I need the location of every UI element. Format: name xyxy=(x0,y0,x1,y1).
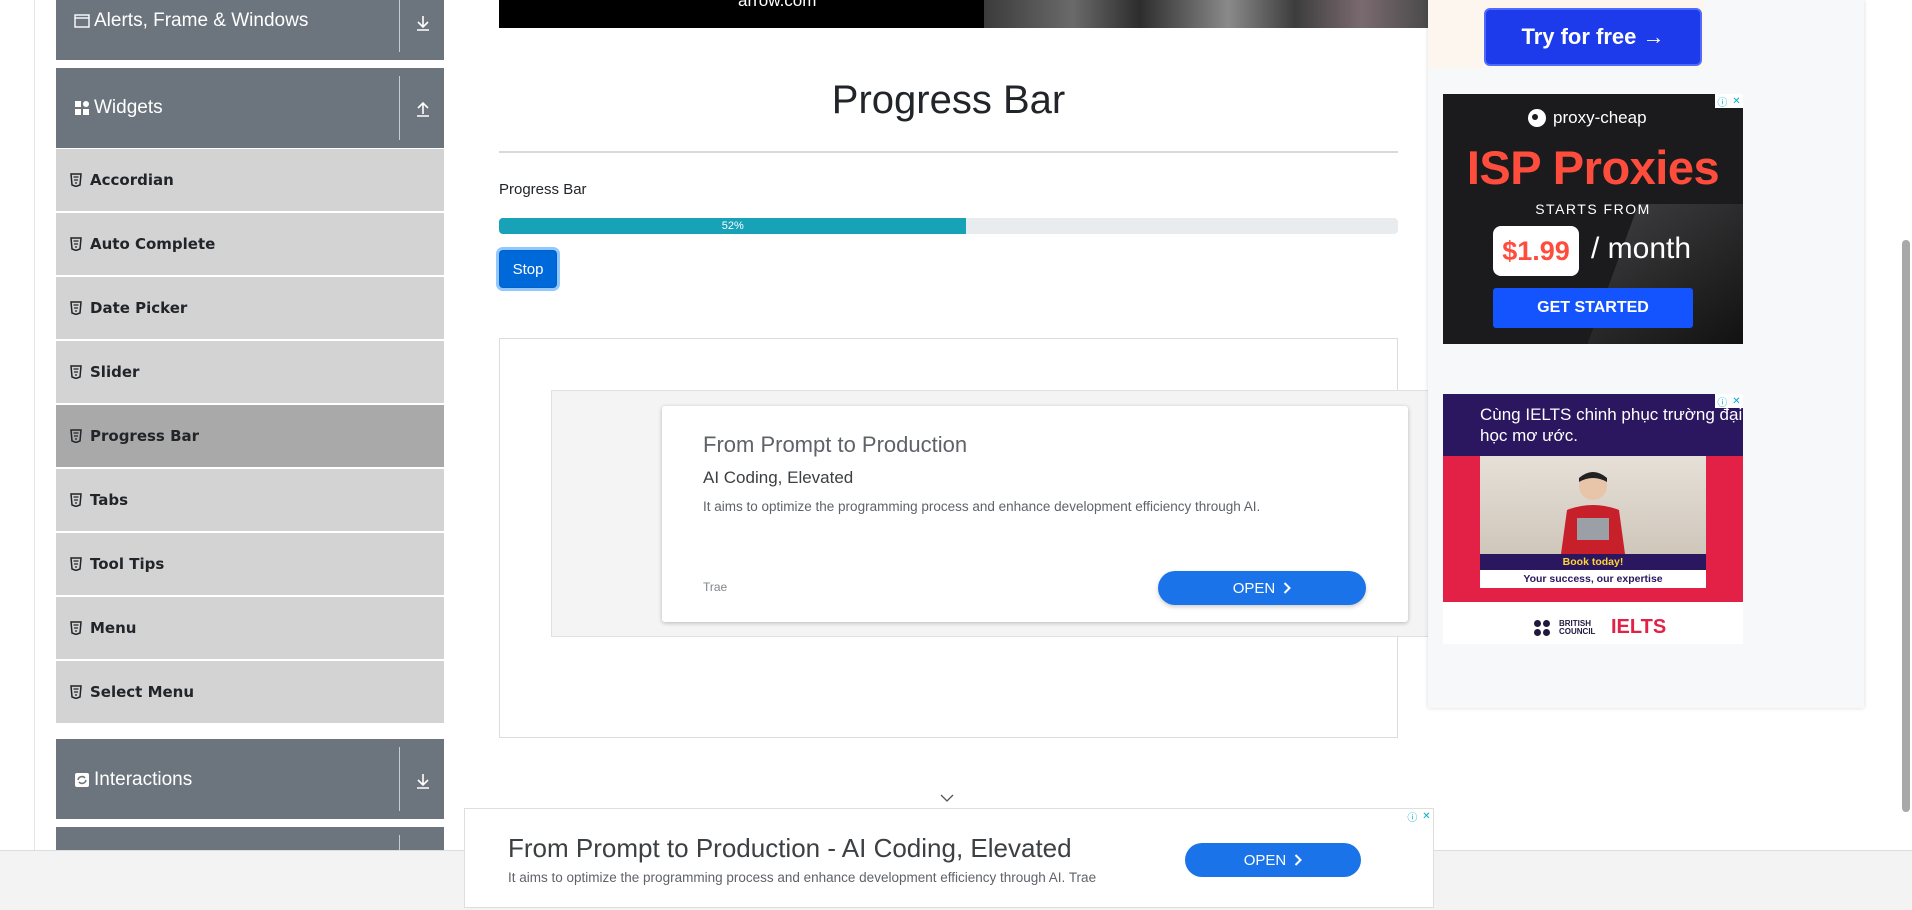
html5-icon xyxy=(70,301,82,315)
stop-button[interactable]: Stop xyxy=(499,250,557,288)
british-council-text: BRITISH COUNCIL xyxy=(1559,618,1596,636)
ad-brand: Trae xyxy=(703,580,728,594)
page-left-border xyxy=(34,0,35,850)
ad-choices[interactable]: ⓘ ✕ xyxy=(1715,94,1743,109)
ielts-tagline: Your success, our expertise xyxy=(1480,570,1706,588)
html5-icon xyxy=(70,173,82,187)
chevron-right-icon xyxy=(1295,854,1303,866)
proxy-headline: ISP Proxies xyxy=(1466,141,1720,194)
sidebar-item-select-menu[interactable]: Select Menu xyxy=(56,661,444,723)
proxy-logo-icon xyxy=(1528,109,1546,127)
bottom-ad-open-button[interactable]: OPEN xyxy=(1185,843,1361,877)
html5-icon xyxy=(70,493,82,507)
close-icon[interactable]: ✕ xyxy=(1732,396,1740,407)
proxy-brand: proxy-cheap xyxy=(1527,108,1647,128)
sidebar-item-label: Tabs xyxy=(90,491,129,509)
html5-icon xyxy=(70,685,82,699)
top-banner-ad[interactable]: arrow.com xyxy=(499,0,1428,28)
progress-bar-fill: 52% xyxy=(499,218,967,234)
window-icon xyxy=(74,14,90,28)
group-separator xyxy=(399,0,400,52)
sidebar-item-accordian[interactable]: Accordian xyxy=(56,149,444,211)
banner-image xyxy=(984,0,1428,28)
british-council-logo-icon xyxy=(1534,619,1550,636)
sidebar-item-progress-bar[interactable]: Progress Bar xyxy=(56,405,444,467)
inline-ad-card[interactable]: From Prompt to Production AI Coding, Ele… xyxy=(662,406,1408,622)
sidebar-item-menu[interactable]: Menu xyxy=(56,597,444,659)
page-title: Progress Bar xyxy=(831,78,1066,122)
sidebar-item-slider[interactable]: Slider xyxy=(56,341,444,403)
widgets-menu-list: Accordian Auto Complete Date Picker Slid… xyxy=(56,149,444,725)
sidebar-item-date-picker[interactable]: Date Picker xyxy=(56,277,444,339)
interactions-icon xyxy=(75,773,89,787)
close-icon[interactable]: ✕ xyxy=(1732,96,1740,107)
download-arrow-icon[interactable] xyxy=(412,12,434,34)
chevron-right-icon xyxy=(1284,582,1292,594)
html5-icon xyxy=(70,557,82,571)
ad-open-label: OPEN xyxy=(1232,579,1276,597)
title-divider xyxy=(499,151,1398,153)
ielts-logos: BRITISH COUNCIL IELTS xyxy=(1533,616,1666,639)
ad-description: It aims to optimize the programming proc… xyxy=(703,499,1261,514)
info-icon: ⓘ xyxy=(1717,397,1728,409)
info-icon: ⓘ xyxy=(1407,812,1418,824)
student-image xyxy=(1561,472,1625,554)
group-separator xyxy=(399,76,400,140)
info-icon: ⓘ xyxy=(1717,97,1728,109)
bottom-ad-description: It aims to optimize the programming proc… xyxy=(508,870,1097,885)
sidebar-item-label: Slider xyxy=(90,363,140,381)
group-header-alerts[interactable]: Alerts, Frame & Windows xyxy=(56,0,444,60)
sidebar-item-label: Progress Bar xyxy=(90,427,200,445)
sidebar-item-label: Tool Tips xyxy=(90,555,165,573)
ad-choices[interactable]: ⓘ ✕ xyxy=(1715,394,1743,409)
html5-icon xyxy=(70,365,82,379)
download-arrow-icon[interactable] xyxy=(412,770,434,792)
html5-icon xyxy=(70,237,82,251)
bottom-ad-title: From Prompt to Production - AI Coding, E… xyxy=(508,833,1072,863)
banner-text: arrow.com xyxy=(738,0,817,10)
group-header-interactions[interactable]: Interactions xyxy=(56,739,444,819)
ad-title: From Prompt to Production xyxy=(703,432,968,457)
group-title-interactions: Interactions xyxy=(94,769,193,790)
progress-bar: 52% xyxy=(499,218,1398,234)
try-for-free-button[interactable]: Try for free → xyxy=(1484,8,1702,66)
sidebar-item-label: Date Picker xyxy=(90,299,188,317)
ielts-text: Cùng IELTS chinh phục trường đại học mơ … xyxy=(1480,405,1743,445)
sidebar-item-label: Menu xyxy=(90,619,137,637)
ielts-ad[interactable]: Cùng IELTS chinh phục trường đại học mơ … xyxy=(1443,394,1743,644)
bottom-ad-open-label: OPEN xyxy=(1243,851,1287,869)
progress-bar-label: Progress Bar xyxy=(499,181,587,198)
group-separator xyxy=(399,747,400,811)
widgets-icon xyxy=(75,101,89,115)
page-scrollbar[interactable] xyxy=(1902,240,1910,812)
close-icon[interactable]: ✕ xyxy=(1422,811,1430,822)
ad-choices[interactable]: ⓘ ✕ xyxy=(1405,809,1433,824)
get-started-button[interactable]: GET STARTED xyxy=(1493,288,1693,328)
proxy-brand-name: proxy-cheap xyxy=(1553,108,1647,127)
group-title-alerts: Alerts, Frame & Windows xyxy=(94,10,309,31)
html5-icon xyxy=(70,429,82,443)
group-title-widgets: Widgets xyxy=(94,97,163,118)
sidebar-item-tabs[interactable]: Tabs xyxy=(56,469,444,531)
ielts-logo-text: IELTS xyxy=(1611,616,1667,638)
chevron-down-icon[interactable] xyxy=(940,793,954,803)
html5-icon xyxy=(70,621,82,635)
sidebar-item-label: Auto Complete xyxy=(90,235,216,253)
upload-arrow-icon[interactable] xyxy=(412,98,434,120)
proxy-starts-from: STARTS FROM xyxy=(1535,201,1651,217)
ad-subtitle: AI Coding, Elevated xyxy=(703,468,854,487)
sidebar-item-auto-complete[interactable]: Auto Complete xyxy=(56,213,444,275)
bottom-anchor-ad[interactable]: From Prompt to Production - AI Coding, E… xyxy=(464,808,1434,908)
sidebar-item-label: Select Menu xyxy=(90,683,195,701)
proxy-price: $1.99 xyxy=(1493,226,1579,276)
proxy-per-month: / month xyxy=(1591,232,1692,265)
sidebar-item-label: Accordian xyxy=(90,171,174,189)
ad-open-button[interactable]: OPEN xyxy=(1158,571,1366,605)
group-header-widgets[interactable]: Widgets xyxy=(56,68,444,148)
ielts-book-today: Book today! xyxy=(1480,554,1706,570)
proxy-ad[interactable]: proxy-cheap ISP Proxies STARTS FROM $1.9… xyxy=(1443,94,1743,344)
sidebar-item-tool-tips[interactable]: Tool Tips xyxy=(56,533,444,595)
